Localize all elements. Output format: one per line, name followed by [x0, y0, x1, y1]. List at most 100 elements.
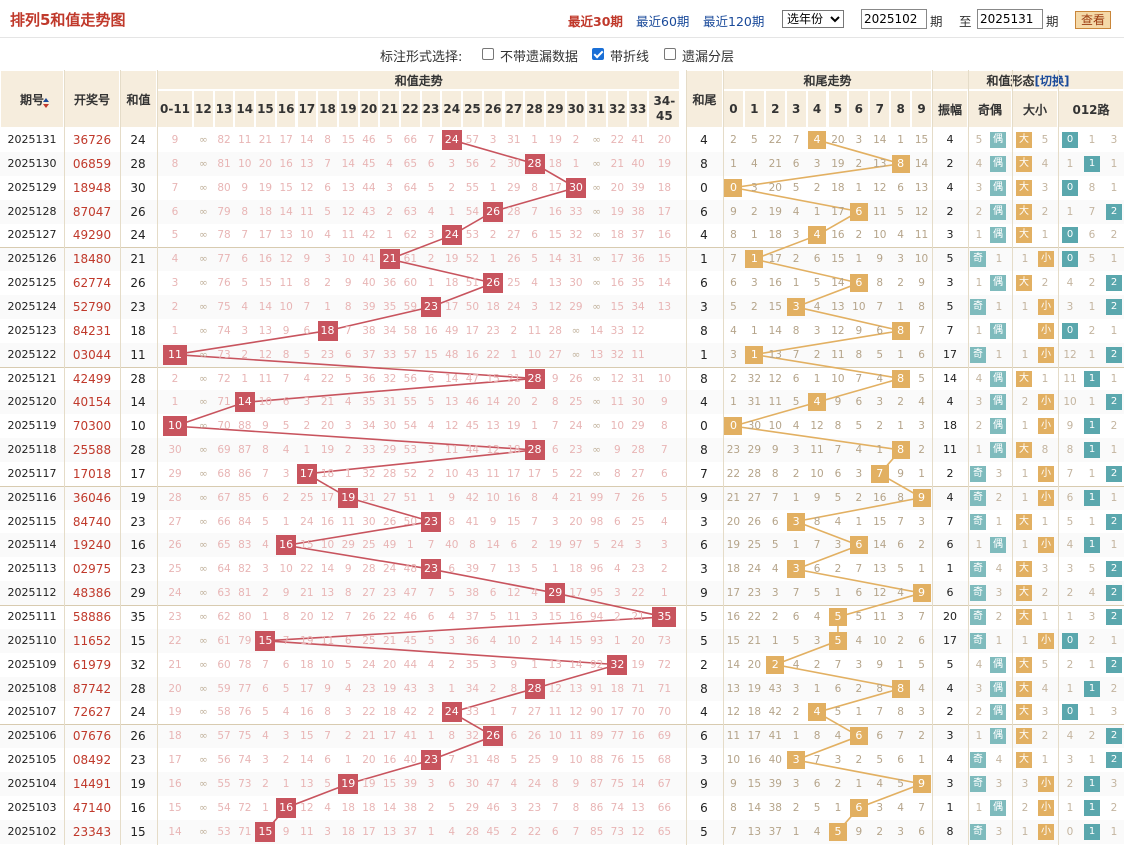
sum-miss-cell: 27	[168, 515, 182, 528]
sum-miss-cell: 83	[238, 539, 252, 552]
sum-miss-cell: 27	[631, 467, 645, 480]
tail-col-6: 6	[848, 90, 870, 128]
sort-icon[interactable]	[43, 93, 49, 108]
query-button[interactable]: 查看	[1075, 11, 1111, 29]
sum-miss-cell: 2	[448, 181, 456, 194]
odd-tag: 奇	[970, 632, 986, 649]
switch-link[interactable]: [切换]	[1035, 72, 1070, 89]
to-period-input[interactable]	[977, 9, 1043, 29]
sum-ball: 11	[163, 344, 187, 365]
sum-ball: 19	[338, 487, 359, 508]
year-select[interactable]: 选年份	[782, 10, 844, 28]
line-checkbox[interactable]	[592, 48, 604, 60]
tail-ball: 7	[870, 464, 889, 483]
sum-miss-cell: 2	[282, 754, 290, 767]
sum-miss-cell: 16	[548, 205, 562, 218]
sum-miss-cell: 11	[569, 730, 583, 743]
tail-miss-cell: 14	[873, 539, 887, 552]
even-tag: 偶	[990, 704, 1006, 721]
sum-miss-cell: ∞	[198, 181, 208, 194]
amplitude-value: 6	[946, 586, 954, 600]
sum-miss-cell: 28	[507, 205, 521, 218]
route-tag: 0	[1062, 227, 1078, 244]
sum-miss-cell: 3	[303, 396, 311, 409]
sum-miss-cell: 1	[448, 205, 456, 218]
header-period[interactable]: 期号	[0, 70, 64, 128]
tail-miss-cell: 14	[914, 157, 929, 170]
sum-miss-cell: 67	[657, 777, 672, 790]
tail-miss-cell: 5	[897, 205, 904, 218]
tail-miss-cell: 14	[768, 324, 782, 337]
tail-miss-cell: 3	[792, 682, 800, 695]
sum-miss-cell: 17	[258, 229, 273, 242]
tail-ball: 0	[724, 178, 743, 197]
sum-miss-cell: 71	[238, 825, 252, 838]
sum-miss-cell: 5	[282, 420, 290, 433]
recent-60-link[interactable]: 最近60期	[636, 11, 689, 30]
sum-miss-cell: 13	[589, 348, 604, 361]
sum-miss-cell: 73	[657, 634, 672, 647]
period-cell: 2025106	[7, 729, 57, 743]
sum-miss-cell: 29	[631, 420, 645, 433]
sum-miss-cell: 28	[631, 444, 645, 457]
sum-miss-cell: 3	[448, 157, 456, 170]
even-miss: 4	[995, 563, 1003, 576]
sum-miss-cell: 52	[465, 253, 480, 266]
small-miss: 1	[1041, 611, 1049, 623]
tail-miss-cell: 7	[792, 348, 800, 361]
sum-miss-cell: 7	[427, 134, 435, 146]
sum-col-27: 27	[503, 90, 525, 128]
tail-miss-cell: 19	[747, 682, 762, 695]
period-cell: 2025124	[7, 299, 57, 313]
lottery-number: 02975	[72, 562, 112, 577]
tail-miss-cell: 20	[768, 181, 782, 194]
from-period-input[interactable]	[861, 9, 927, 29]
sum-miss-cell: 3	[344, 706, 352, 719]
small-miss: 1	[1041, 754, 1049, 767]
tail-miss-cell: 6	[834, 467, 842, 480]
tail-miss-cell: 3	[792, 444, 800, 457]
sum-miss-cell: 7	[448, 754, 456, 767]
sum-miss-cell: 7	[324, 157, 331, 170]
tail-miss-cell: 2	[897, 634, 904, 647]
header-sum: 和值	[120, 70, 157, 128]
sum-miss-cell: 5	[324, 777, 331, 790]
sum-col-23: 23	[420, 90, 442, 128]
sum-miss-cell: 33	[382, 348, 397, 361]
route-miss: 2	[1110, 420, 1118, 433]
tail-sum-value: 4	[700, 705, 708, 720]
route-tag: 0	[1062, 179, 1078, 196]
tail-miss-cell: 2	[897, 396, 904, 409]
sum-miss-cell: 12	[445, 420, 459, 433]
tail-miss-cell: 5	[834, 706, 842, 719]
layer-checkbox[interactable]	[664, 48, 676, 60]
sum-miss-cell: 8	[469, 539, 476, 552]
tail-miss-cell: 8	[792, 324, 800, 337]
route-miss: 3	[1066, 563, 1074, 576]
sum-miss-cell: 21	[320, 396, 335, 409]
period-cell: 2025108	[7, 681, 57, 695]
sum-value: 26	[130, 204, 146, 219]
sum-miss-cell: 27	[527, 706, 542, 719]
sum-value: 26	[130, 729, 146, 744]
tail-miss-cell: 41	[768, 730, 782, 743]
tail-sum-value: 3	[700, 514, 708, 529]
route-miss: 8	[1088, 181, 1096, 194]
recent-120-link[interactable]: 最近120期	[703, 11, 764, 30]
sum-miss-cell: 58	[403, 324, 418, 337]
sum-ball: 21	[379, 249, 400, 270]
recent-30-link[interactable]: 最近30期	[568, 11, 623, 30]
big-miss: 1	[1021, 539, 1029, 552]
route-tag: 1	[1084, 418, 1100, 435]
sum-miss-cell: 11	[507, 611, 521, 623]
sum-miss-cell: 11	[258, 372, 273, 385]
sum-miss-cell: 57	[403, 348, 418, 361]
sum-miss-cell: ∞	[198, 467, 208, 480]
sum-miss-cell: 10	[657, 372, 672, 385]
route-tag: 1	[1084, 370, 1100, 387]
sum-miss-cell: 42	[403, 706, 418, 719]
no-miss-checkbox[interactable]	[482, 48, 494, 60]
even-tag: 偶	[990, 680, 1006, 697]
sum-miss-cell: 4	[489, 634, 497, 647]
column-divider	[1012, 70, 1013, 845]
